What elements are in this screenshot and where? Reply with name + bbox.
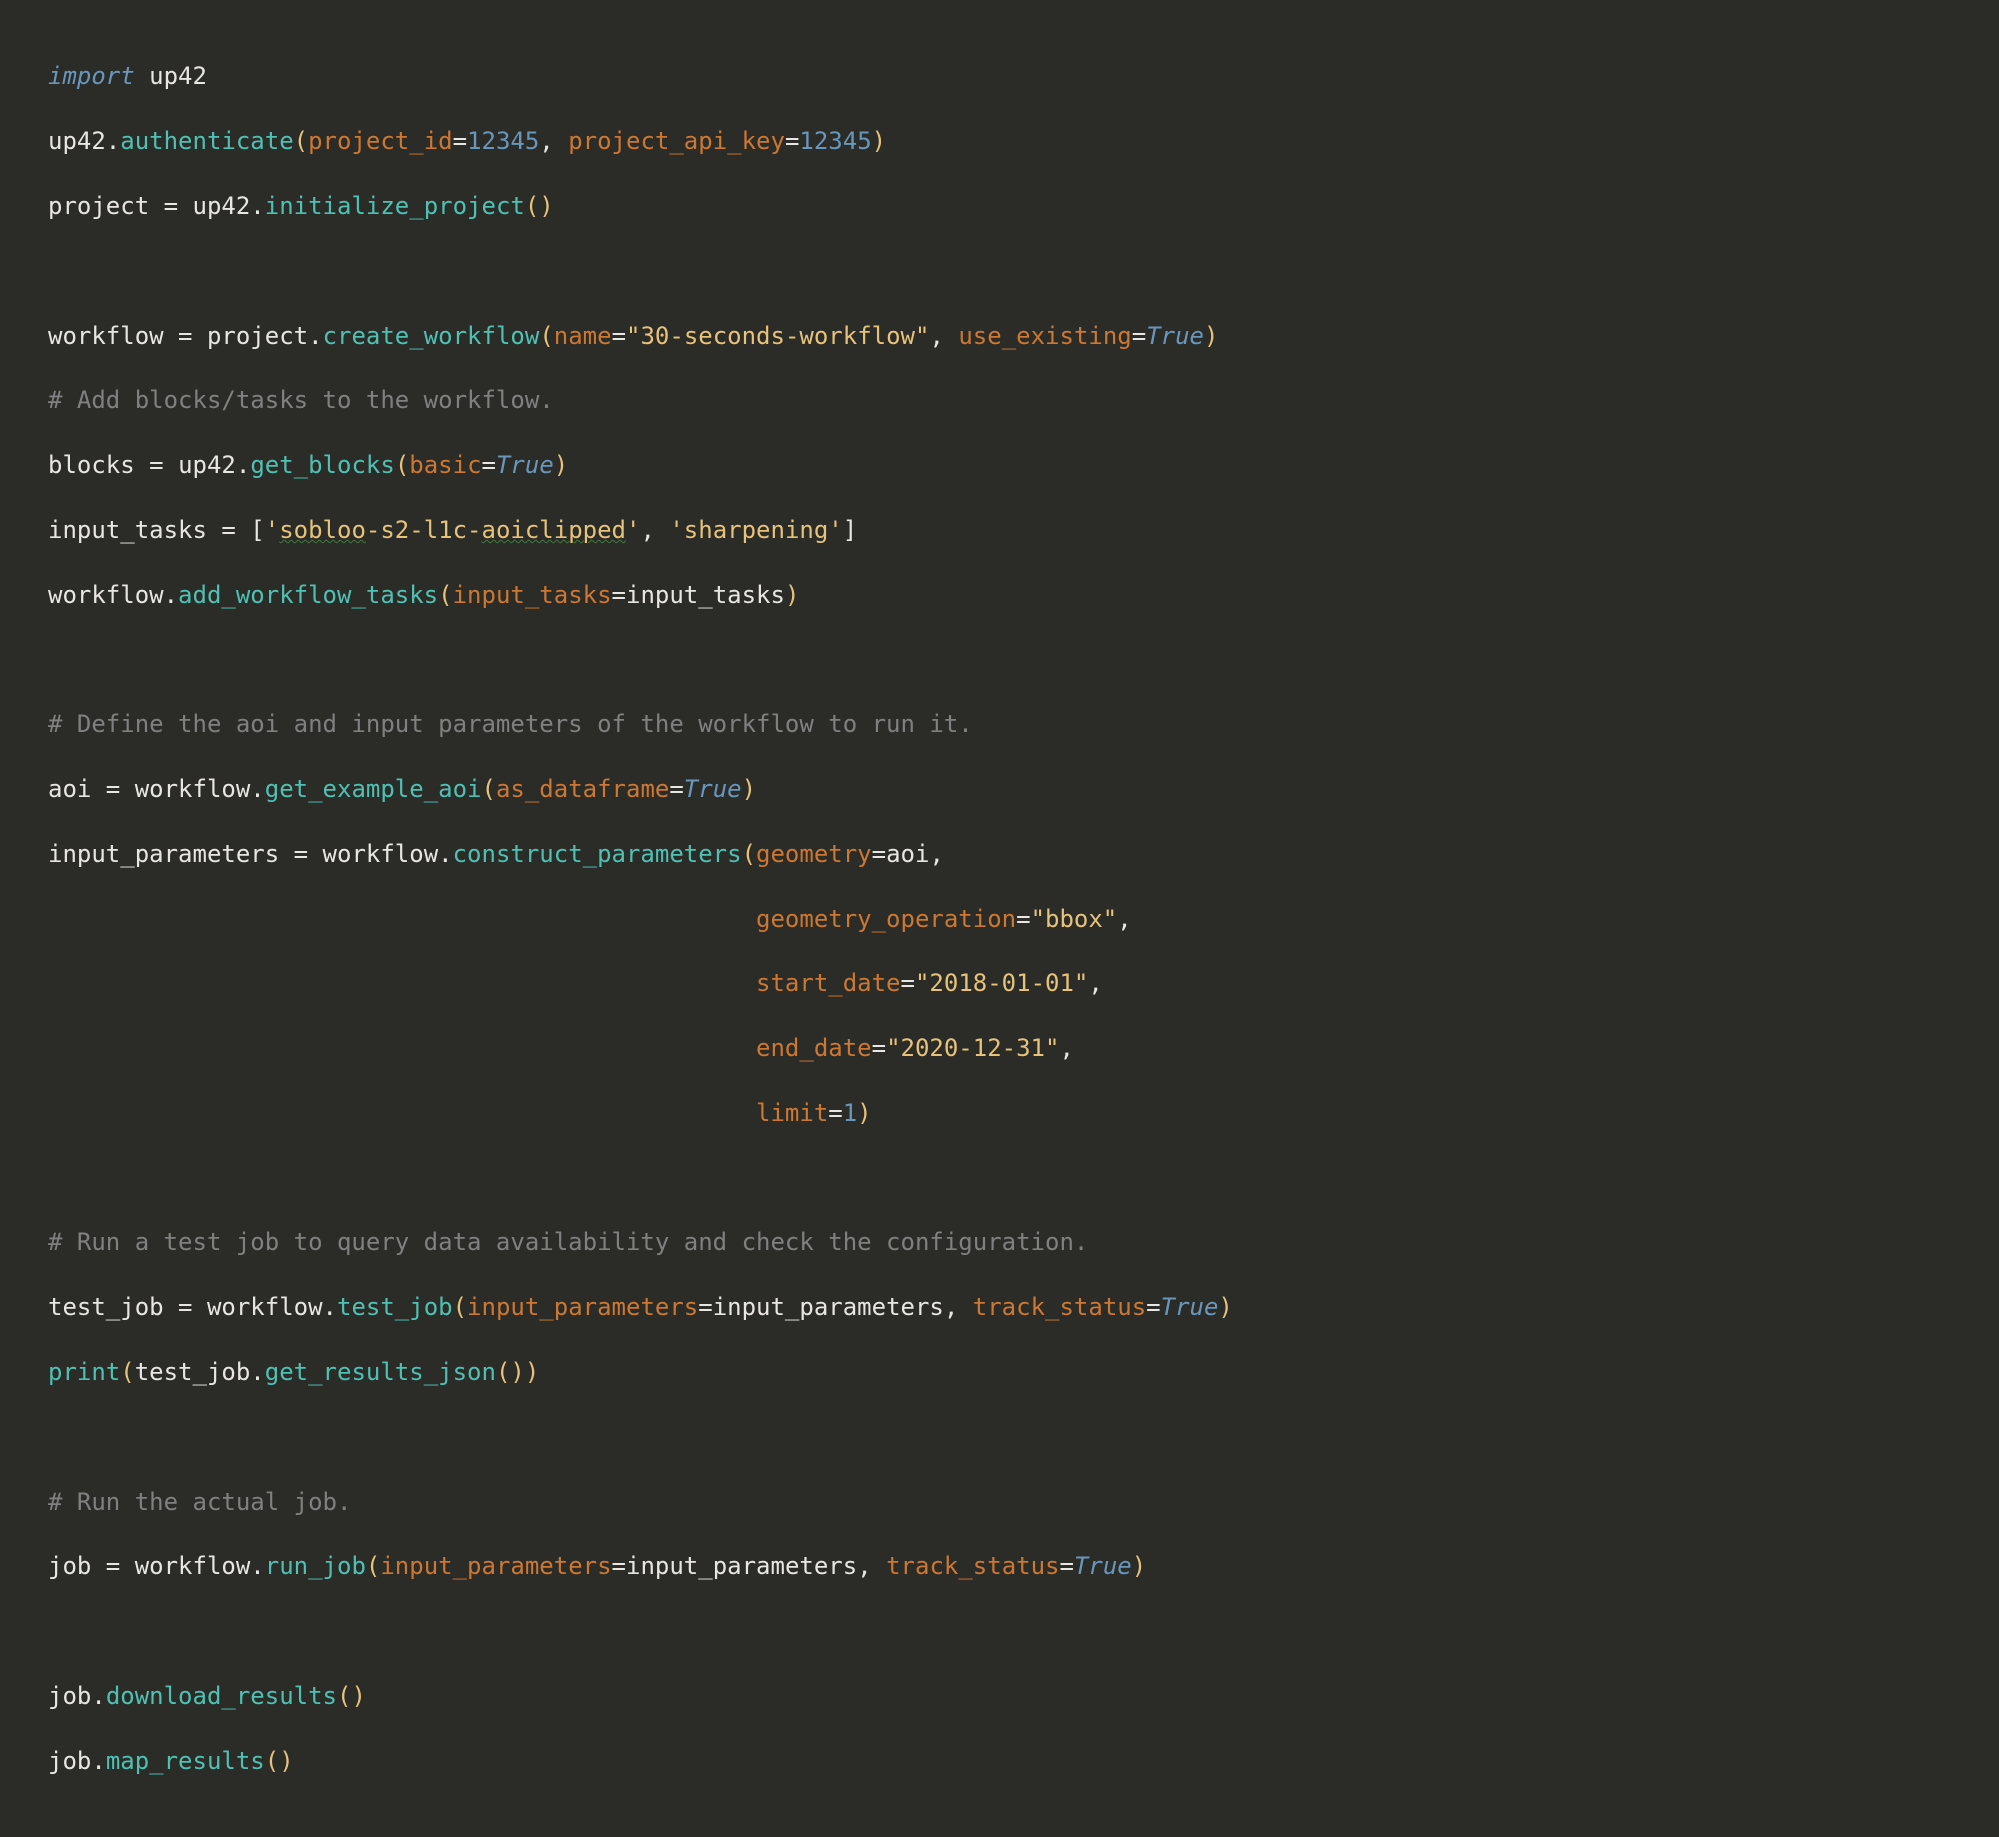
code-line-21: print(test_job.get_results_json()) bbox=[48, 1356, 1951, 1388]
fn-test-job: test_job bbox=[337, 1293, 453, 1321]
code-line-20: test_job = workflow.test_job(input_param… bbox=[48, 1291, 1951, 1323]
fn-initialize-project: initialize_project bbox=[265, 192, 525, 220]
code-line-14: geometry_operation="bbox", bbox=[48, 903, 1951, 935]
code-line-12: aoi = workflow.get_example_aoi(as_datafr… bbox=[48, 773, 1951, 805]
code-line-19: # Run a test job to query data availabil… bbox=[48, 1226, 1951, 1258]
code-block: import up42 up42.authenticate(project_id… bbox=[0, 0, 1999, 1837]
typo-aoiclipped: aoiclipped bbox=[482, 516, 627, 544]
comment: # Define the aoi and input parameters of… bbox=[48, 710, 973, 738]
code-line-8: input_tasks = ['sobloo-s2-l1c-aoiclipped… bbox=[48, 514, 1951, 546]
code-line-1: import up42 bbox=[48, 60, 1951, 92]
code-line-4 bbox=[48, 255, 1951, 287]
typo-sobloo: sobloo bbox=[279, 516, 366, 544]
code-line-15: start_date="2018-01-01", bbox=[48, 967, 1951, 999]
fn-run-job: run_job bbox=[265, 1552, 366, 1580]
code-line-2: up42.authenticate(project_id=12345, proj… bbox=[48, 125, 1951, 157]
comment: # Add blocks/tasks to the workflow. bbox=[48, 386, 554, 414]
code-line-17: limit=1) bbox=[48, 1097, 1951, 1129]
code-line-9: workflow.add_workflow_tasks(input_tasks=… bbox=[48, 579, 1951, 611]
keyword-import: import bbox=[48, 62, 135, 90]
code-line-13: input_parameters = workflow.construct_pa… bbox=[48, 838, 1951, 870]
code-line-25 bbox=[48, 1615, 1951, 1647]
code-line-26: job.download_results() bbox=[48, 1680, 1951, 1712]
comment: # Run a test job to query data availabil… bbox=[48, 1228, 1088, 1256]
fn-get-blocks: get_blocks bbox=[250, 451, 395, 479]
module-name: up42 bbox=[149, 62, 207, 90]
code-line-7: blocks = up42.get_blocks(basic=True) bbox=[48, 449, 1951, 481]
code-line-24: job = workflow.run_job(input_parameters=… bbox=[48, 1550, 1951, 1582]
fn-get-results-json: get_results_json bbox=[265, 1358, 496, 1386]
code-line-5: workflow = project.create_workflow(name=… bbox=[48, 320, 1951, 352]
fn-authenticate: authenticate bbox=[120, 127, 293, 155]
code-line-10 bbox=[48, 643, 1951, 675]
code-line-22 bbox=[48, 1421, 1951, 1453]
code-line-3: project = up42.initialize_project() bbox=[48, 190, 1951, 222]
fn-map-results: map_results bbox=[106, 1747, 265, 1775]
fn-print: print bbox=[48, 1358, 120, 1386]
code-line-23: # Run the actual job. bbox=[48, 1486, 1951, 1518]
fn-get-example-aoi: get_example_aoi bbox=[265, 775, 482, 803]
code-line-6: # Add blocks/tasks to the workflow. bbox=[48, 384, 1951, 416]
comment: # Run the actual job. bbox=[48, 1488, 351, 1516]
fn-add-workflow-tasks: add_workflow_tasks bbox=[178, 581, 438, 609]
fn-construct-parameters: construct_parameters bbox=[453, 840, 742, 868]
fn-download-results: download_results bbox=[106, 1682, 337, 1710]
fn-create-workflow: create_workflow bbox=[323, 322, 540, 350]
code-line-11: # Define the aoi and input parameters of… bbox=[48, 708, 1951, 740]
code-line-18 bbox=[48, 1162, 1951, 1194]
code-line-27: job.map_results() bbox=[48, 1745, 1951, 1777]
code-line-16: end_date="2020-12-31", bbox=[48, 1032, 1951, 1064]
